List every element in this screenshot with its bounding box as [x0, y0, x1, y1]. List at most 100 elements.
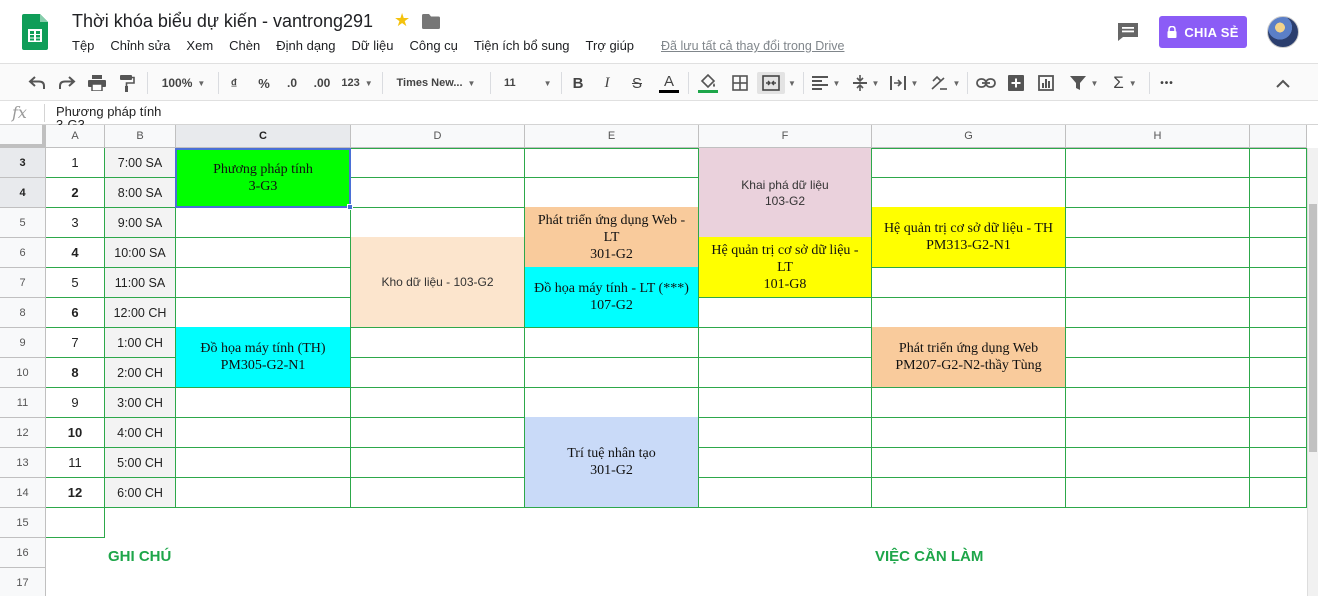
period-time-cell[interactable]: 8:00 SA	[105, 178, 175, 207]
bold-button[interactable]: B	[569, 72, 587, 94]
row-header-16[interactable]: 16	[0, 538, 46, 568]
borders-icon[interactable]	[729, 72, 751, 94]
row-header-15[interactable]: 15	[0, 508, 46, 538]
collapse-toolbar-icon[interactable]	[1274, 72, 1292, 94]
menu-item[interactable]: Trợ giúp	[586, 38, 635, 56]
menu-item[interactable]: Tệp	[72, 38, 94, 56]
row-header-8[interactable]: 8	[0, 298, 46, 328]
row-header-17[interactable]: 17	[0, 568, 46, 596]
schedule-event-cell[interactable]: Phát triển ứng dụng Web PM207-G2-N2-thầy…	[872, 327, 1066, 388]
period-number-cell[interactable]: 2	[46, 178, 104, 207]
scrollbar-thumb[interactable]	[1309, 204, 1317, 452]
select-all-corner[interactable]	[0, 125, 46, 148]
schedule-event-cell[interactable]: Hệ quản trị cơ sở dữ liệu - TH PM313-G2-…	[872, 207, 1066, 268]
schedule-event-cell[interactable]: Phát triển ứng dụng Web - LT 301-G2	[525, 207, 699, 268]
redo-icon[interactable]	[57, 72, 77, 94]
paint-format-icon[interactable]	[117, 72, 137, 94]
functions-button[interactable]: Σ ▼	[1110, 72, 1140, 94]
row-header-6[interactable]: 6	[0, 238, 46, 268]
horizontal-align-icon[interactable]: ▼	[811, 72, 841, 94]
percent-button[interactable]: %	[254, 72, 274, 94]
fill-color-icon[interactable]	[696, 72, 720, 94]
period-number-cell[interactable]: 3	[46, 208, 104, 237]
formula-input[interactable]: Phương pháp tính 3-G3	[56, 105, 161, 125]
row-header-12[interactable]: 12	[0, 418, 46, 448]
menu-item[interactable]: Công cụ	[409, 38, 457, 56]
period-time-cell[interactable]: 2:00 CH	[105, 358, 175, 387]
font-select[interactable]: Times New... ▼	[390, 72, 482, 94]
menu-item[interactable]: Dữ liệu	[352, 38, 394, 56]
comment-icon[interactable]	[1117, 22, 1139, 42]
period-number-cell[interactable]: 11	[46, 448, 104, 477]
row-header-3[interactable]: 3	[0, 148, 46, 178]
more-formats-select[interactable]: 123 ▼	[340, 72, 374, 94]
menu-item[interactable]: Chèn	[229, 38, 260, 56]
period-number-cell[interactable]: 10	[46, 418, 104, 447]
spreadsheet-grid[interactable]: ABCDEFGH 3 4 5 6 7 8 9 10 11 12 13 14 15 16 17 1 7:00 S…	[0, 125, 1318, 596]
row-header-7[interactable]: 7	[0, 268, 46, 298]
period-number-cell[interactable]: 7	[46, 328, 104, 357]
menu-item[interactable]: Tiện ích bổ sung	[474, 38, 570, 56]
schedule-event-cell[interactable]: Khai phá dữ liệu 103-G2	[699, 148, 872, 238]
insert-comment-icon[interactable]	[1005, 72, 1027, 94]
text-wrap-icon[interactable]: ▼	[889, 72, 919, 94]
increase-decimals-button[interactable]: .00	[309, 72, 335, 94]
text-rotation-icon[interactable]: ▼	[929, 72, 961, 94]
period-time-cell[interactable]: 11:00 SA	[105, 268, 175, 297]
period-number-cell[interactable]: 4	[46, 238, 104, 267]
period-number-cell[interactable]: 12	[46, 478, 104, 507]
schedule-event-cell[interactable]: Kho dữ liệu - 103-G2	[351, 237, 525, 328]
filter-icon[interactable]: ▼	[1066, 72, 1102, 94]
row-header-4[interactable]: 4	[0, 178, 46, 208]
period-number-cell[interactable]: 9	[46, 388, 104, 417]
share-button[interactable]: CHIA SẺ	[1159, 16, 1247, 48]
zoom-select[interactable]: 100% ▼	[156, 72, 211, 94]
row-header-14[interactable]: 14	[0, 478, 46, 508]
merge-dropdown-icon[interactable]: ▼	[787, 72, 797, 94]
row-header-9[interactable]: 9	[0, 328, 46, 358]
fill-handle[interactable]	[347, 204, 353, 210]
column-header-a[interactable]: A	[46, 125, 105, 148]
period-number-cell[interactable]: 1	[46, 148, 104, 177]
vertical-scrollbar[interactable]	[1307, 148, 1318, 596]
print-icon[interactable]	[87, 72, 107, 94]
decrease-decimals-button[interactable]: .0	[281, 72, 303, 94]
save-status-link[interactable]: Đã lưu tất cả thay đổi trong Drive	[661, 39, 844, 53]
column-header-b[interactable]: B	[105, 125, 176, 148]
period-time-cell[interactable]: 12:00 CH	[105, 298, 175, 327]
menu-item[interactable]: Chỉnh sửa	[110, 38, 170, 56]
period-time-cell[interactable]: 10:00 SA	[105, 238, 175, 267]
sheets-logo-icon[interactable]	[22, 14, 48, 50]
italic-button[interactable]: I	[598, 72, 616, 94]
merge-cells-icon[interactable]	[757, 72, 785, 94]
strikethrough-button[interactable]: S	[628, 72, 646, 94]
period-time-cell[interactable]: 1:00 CH	[105, 328, 175, 357]
period-number-cell[interactable]: 5	[46, 268, 104, 297]
menu-item[interactable]: Định dạng	[276, 38, 335, 56]
column-header-g[interactable]: G	[872, 125, 1066, 148]
menu-item[interactable]: Xem	[186, 38, 213, 56]
schedule-event-cell[interactable]: Đồ họa máy tính - LT (***) 107-G2	[525, 267, 699, 328]
insert-chart-icon[interactable]	[1035, 72, 1057, 94]
schedule-event-cell[interactable]: Hệ quản trị cơ sở dữ liệu - LT 101-G8	[699, 237, 872, 298]
more-options-button[interactable]: •••	[1155, 72, 1179, 94]
column-header-h[interactable]: H	[1066, 125, 1250, 148]
vertical-align-icon[interactable]: ▼	[851, 72, 881, 94]
column-header-d[interactable]: D	[351, 125, 525, 148]
column-header-e[interactable]: E	[525, 125, 699, 148]
row-header-13[interactable]: 13	[0, 448, 46, 478]
undo-icon[interactable]	[27, 72, 47, 94]
period-number-cell[interactable]: 6	[46, 298, 104, 327]
document-title[interactable]: Thời khóa biểu dự kiến - vantrong291	[72, 11, 373, 32]
period-time-cell[interactable]: 7:00 SA	[105, 148, 175, 177]
period-time-cell[interactable]: 4:00 CH	[105, 418, 175, 447]
period-time-cell[interactable]: 9:00 SA	[105, 208, 175, 237]
period-number-cell[interactable]: 8	[46, 358, 104, 387]
text-color-button[interactable]: A	[658, 72, 680, 94]
period-time-cell[interactable]: 5:00 CH	[105, 448, 175, 477]
folder-icon[interactable]	[422, 14, 440, 29]
link-icon[interactable]	[975, 72, 997, 94]
font-size-select[interactable]: 11 ▼	[498, 72, 556, 94]
row-header-10[interactable]: 10	[0, 358, 46, 388]
schedule-event-cell[interactable]: Đồ họa máy tính (TH) PM305-G2-N1	[176, 327, 351, 388]
